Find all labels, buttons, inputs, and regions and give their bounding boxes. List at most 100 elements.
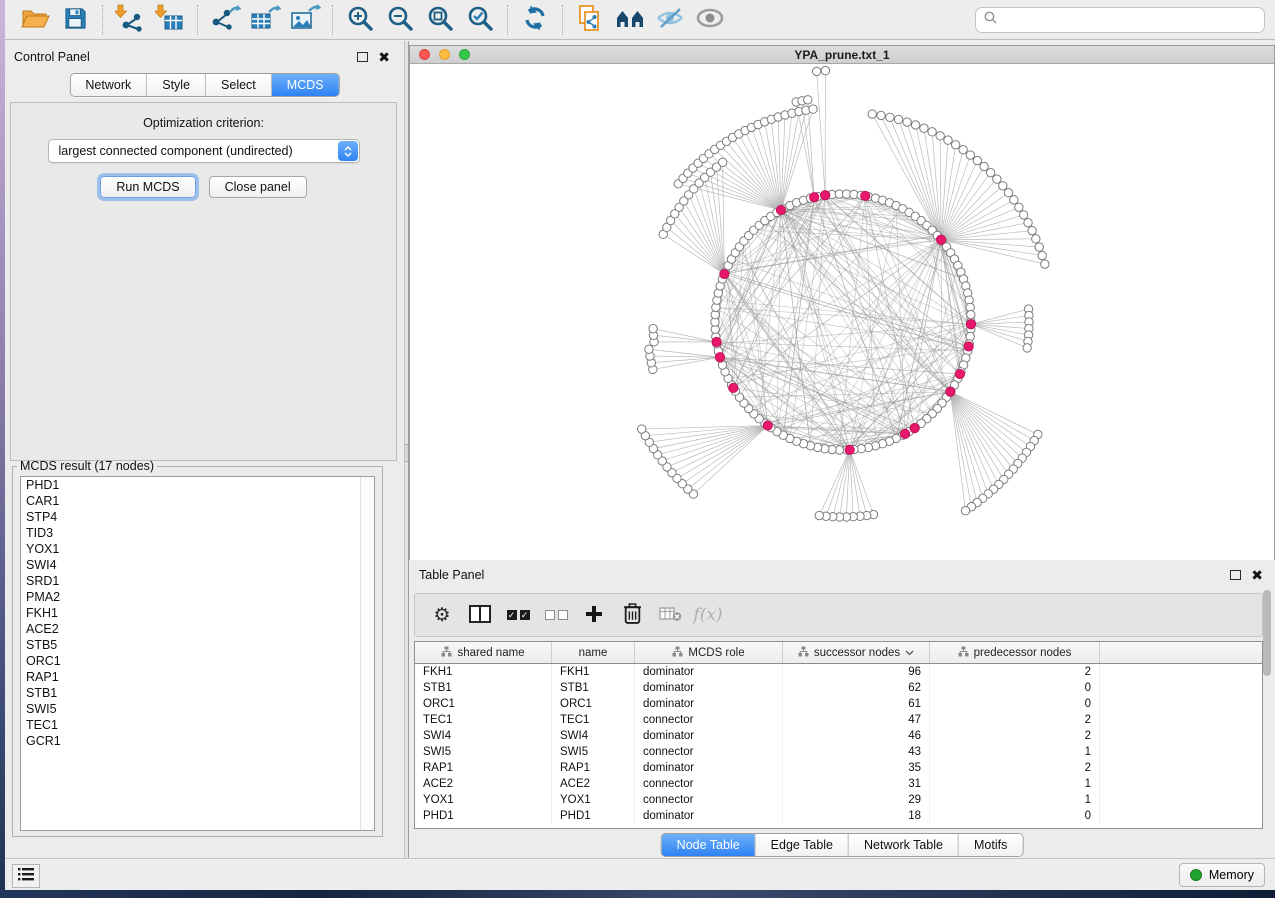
column-header-predecessor_nodes[interactable]: predecessor nodes xyxy=(930,642,1100,663)
mcds-result-item[interactable]: STP4 xyxy=(21,509,374,525)
cell-shared_name[interactable]: TEC1 xyxy=(415,712,552,728)
cell-shared_name[interactable]: ACE2 xyxy=(415,776,552,792)
mcds-result-item[interactable]: YOX1 xyxy=(21,541,374,557)
mcds-result-item[interactable]: FKH1 xyxy=(21,605,374,621)
cell-predecessor_nodes[interactable]: 0 xyxy=(930,680,1100,696)
deselect-all-columns-button[interactable] xyxy=(537,599,575,631)
cell-name[interactable]: ACE2 xyxy=(552,776,635,792)
cell-shared_name[interactable]: FKH1 xyxy=(415,664,552,680)
table-tab-motifs[interactable]: Motifs xyxy=(958,834,1022,856)
table-row[interactable]: SWI4SWI4dominator462 xyxy=(415,728,1262,744)
cell-name[interactable]: RAP1 xyxy=(552,760,635,776)
cell-successor_nodes[interactable]: 18 xyxy=(783,808,930,824)
cell-predecessor_nodes[interactable]: 2 xyxy=(930,664,1100,680)
table-row[interactable]: STB1STB1dominator620 xyxy=(415,680,1262,696)
mcds-result-item[interactable]: SWI5 xyxy=(21,701,374,717)
zoom-in-button[interactable] xyxy=(340,3,380,37)
tab-style[interactable]: Style xyxy=(146,74,205,96)
show-all-button[interactable] xyxy=(690,3,730,37)
table-row[interactable]: SWI5SWI5connector431 xyxy=(415,744,1262,760)
delete-rows-button[interactable] xyxy=(613,599,651,631)
float-panel-icon[interactable] xyxy=(357,52,368,62)
table-tab-edge-table[interactable]: Edge Table xyxy=(755,834,848,856)
cell-shared_name[interactable]: PHD1 xyxy=(415,808,552,824)
show-panel-list-button[interactable] xyxy=(12,864,40,888)
cell-mcds_role[interactable]: dominator xyxy=(635,696,783,712)
cell-name[interactable]: TEC1 xyxy=(552,712,635,728)
table-scrollbar-thumb[interactable] xyxy=(1263,590,1271,676)
table-row[interactable]: FKH1FKH1dominator962 xyxy=(415,664,1262,680)
mcds-result-item[interactable]: STB5 xyxy=(21,637,374,653)
cell-successor_nodes[interactable]: 35 xyxy=(783,760,930,776)
refresh-view-button[interactable] xyxy=(515,3,555,37)
cell-shared_name[interactable]: SWI5 xyxy=(415,744,552,760)
column-header-mcds_role[interactable]: MCDS role xyxy=(635,642,783,663)
first-neighbors-button[interactable] xyxy=(610,3,650,37)
network-window-titlebar[interactable]: YPA_prune.txt_1 xyxy=(410,46,1274,64)
table-tab-network-table[interactable]: Network Table xyxy=(848,834,958,856)
import-table-button[interactable] xyxy=(150,3,190,37)
mcds-result-item[interactable]: TEC1 xyxy=(21,717,374,733)
mcds-result-item[interactable]: TID3 xyxy=(21,525,374,541)
mcds-result-item[interactable]: ACE2 xyxy=(21,621,374,637)
search-input[interactable] xyxy=(1003,12,1256,28)
cell-predecessor_nodes[interactable]: 2 xyxy=(930,760,1100,776)
cell-predecessor_nodes[interactable]: 0 xyxy=(930,808,1100,824)
mcds-result-item[interactable]: GCR1 xyxy=(21,733,374,749)
cell-successor_nodes[interactable]: 43 xyxy=(783,744,930,760)
cell-name[interactable]: STB1 xyxy=(552,680,635,696)
zoom-selected-button[interactable] xyxy=(460,3,500,37)
mcds-result-item[interactable]: PMA2 xyxy=(21,589,374,605)
cell-predecessor_nodes[interactable]: 2 xyxy=(930,712,1100,728)
cell-successor_nodes[interactable]: 96 xyxy=(783,664,930,680)
column-header-shared_name[interactable]: shared name xyxy=(415,642,552,663)
close-panel-button[interactable]: Close panel xyxy=(209,176,307,198)
list-scrollbar-track[interactable] xyxy=(360,477,374,830)
float-panel-icon[interactable] xyxy=(1230,570,1241,580)
cell-mcds_role[interactable]: connector xyxy=(635,776,783,792)
clone-network-button[interactable] xyxy=(570,3,610,37)
export-image-button[interactable] xyxy=(285,3,325,37)
cell-predecessor_nodes[interactable]: 1 xyxy=(930,792,1100,808)
close-panel-icon[interactable]: ✖ xyxy=(378,51,390,63)
table-row[interactable]: YOX1YOX1connector291 xyxy=(415,792,1262,808)
cell-successor_nodes[interactable]: 62 xyxy=(783,680,930,696)
cell-name[interactable]: YOX1 xyxy=(552,792,635,808)
table-row[interactable]: ACE2ACE2connector311 xyxy=(415,776,1262,792)
mcds-result-item[interactable]: ORC1 xyxy=(21,653,374,669)
window-minimize-icon[interactable] xyxy=(439,49,450,60)
column-header-name[interactable]: name xyxy=(552,642,635,663)
cell-name[interactable]: SWI5 xyxy=(552,744,635,760)
cell-mcds_role[interactable]: dominator xyxy=(635,728,783,744)
create-column-button[interactable] xyxy=(575,599,613,631)
save-session-button[interactable] xyxy=(55,3,95,37)
cell-shared_name[interactable]: ORC1 xyxy=(415,696,552,712)
table-row[interactable]: RAP1RAP1dominator352 xyxy=(415,760,1262,776)
hide-selected-button[interactable] xyxy=(650,3,690,37)
tab-network[interactable]: Network xyxy=(70,74,146,96)
cell-name[interactable]: PHD1 xyxy=(552,808,635,824)
cell-successor_nodes[interactable]: 29 xyxy=(783,792,930,808)
cell-mcds_role[interactable]: dominator xyxy=(635,680,783,696)
cell-shared_name[interactable]: RAP1 xyxy=(415,760,552,776)
table-tab-node-table[interactable]: Node Table xyxy=(662,834,755,856)
close-panel-icon[interactable]: ✖ xyxy=(1251,569,1263,581)
cell-mcds_role[interactable]: dominator xyxy=(635,808,783,824)
cell-predecessor_nodes[interactable]: 1 xyxy=(930,776,1100,792)
mcds-result-item[interactable]: CAR1 xyxy=(21,493,374,509)
cell-name[interactable]: FKH1 xyxy=(552,664,635,680)
run-mcds-button[interactable]: Run MCDS xyxy=(100,176,195,198)
cell-successor_nodes[interactable]: 46 xyxy=(783,728,930,744)
cell-shared_name[interactable]: STB1 xyxy=(415,680,552,696)
export-table-button[interactable] xyxy=(245,3,285,37)
cell-shared_name[interactable]: YOX1 xyxy=(415,792,552,808)
cell-mcds_role[interactable]: dominator xyxy=(635,664,783,680)
table-settings-button[interactable]: ⚙ xyxy=(423,599,461,631)
table-row[interactable]: TEC1TEC1connector472 xyxy=(415,712,1262,728)
zoom-fit-content-button[interactable] xyxy=(420,3,460,37)
column-header-successor_nodes[interactable]: successor nodes xyxy=(783,642,930,663)
mcds-result-item[interactable]: PHD1 xyxy=(21,477,374,493)
mcds-result-item[interactable]: RAP1 xyxy=(21,669,374,685)
tab-mcds[interactable]: MCDS xyxy=(271,74,339,96)
cell-successor_nodes[interactable]: 31 xyxy=(783,776,930,792)
